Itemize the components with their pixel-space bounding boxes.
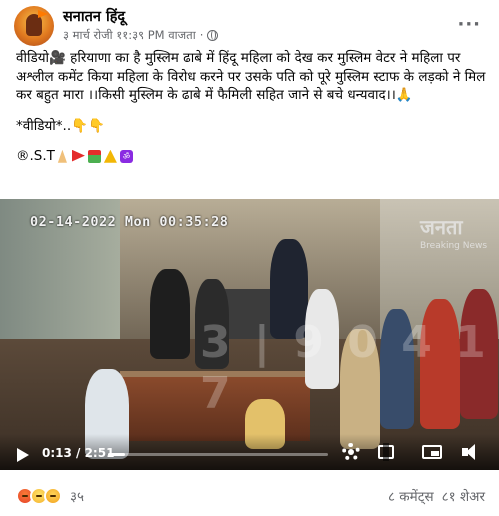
- volume-muted-icon[interactable]: [462, 444, 482, 460]
- video-progress-bar[interactable]: [108, 453, 328, 456]
- header-text: सनातन हिंदू ३ मार्च रोजी ११:३९ PM वाजता …: [63, 8, 219, 44]
- post-meta: ३ मार्च रोजी ११:३९ PM वाजता ·: [63, 27, 219, 44]
- settings-gear-icon[interactable]: [342, 443, 360, 461]
- page-avatar[interactable]: [14, 6, 54, 46]
- reaction-count[interactable]: ३५: [70, 487, 84, 505]
- avatar-flag: [38, 10, 48, 18]
- flag-on-post-icon: [87, 149, 101, 163]
- picture-in-picture-icon[interactable]: [422, 445, 442, 459]
- play-icon[interactable]: [17, 448, 29, 462]
- folded-hands-icon: [57, 149, 67, 163]
- video-progress-fill: [108, 453, 125, 456]
- facebook-post: सनातन हिंदू ३ मार्च रोजी ११:३९ PM वाजता …: [0, 0, 499, 516]
- globe-icon: [207, 30, 219, 41]
- signature-text: ®.S.T: [16, 148, 55, 164]
- cctv-timestamp: 02-14-2022 Mon 00:35:28: [30, 214, 229, 230]
- reactions-summary[interactable]: ३५: [16, 487, 84, 505]
- more-options-button[interactable]: ···: [457, 14, 481, 35]
- post-footer: ३५ ८ कमेंट्स ८१ शेअर: [16, 484, 485, 508]
- om-icon: ॐ: [119, 149, 133, 163]
- signature-row: ®.S.T ॐ: [16, 147, 490, 166]
- video-time: 0:13 / 2:51: [42, 446, 115, 460]
- faint-overlay-text: 3 | 9 0 4 1 7: [200, 317, 490, 419]
- post-stats: ८ कमेंट्स ८१ शेअर: [388, 487, 485, 505]
- shares-count[interactable]: ८१ शेअर: [442, 487, 485, 505]
- fullscreen-icon[interactable]: [378, 443, 394, 461]
- post-timestamp[interactable]: ३ मार्च रोजी ११:३९ PM वाजता: [63, 27, 196, 44]
- channel-watermark-sub: Breaking News: [420, 241, 488, 251]
- meta-separator: ·: [199, 28, 204, 42]
- comments-count[interactable]: ८ कमेंट्स: [388, 487, 434, 505]
- page-name[interactable]: सनातन हिंदू: [63, 8, 218, 27]
- post-text-main: वीडियो🎥 हरियाणा का है मुस्लिम ढाबे में ह…: [16, 50, 486, 103]
- person-icon: [103, 149, 117, 163]
- post-body: वीडियो🎥 हरियाणा का है मुस्लिम ढाबे में ह…: [16, 49, 490, 166]
- post-text-video: *वीडियो*..👇👇: [16, 117, 105, 134]
- post-header: सनातन हिंदू ३ मार्च रोजी ११:३९ PM वाजता …: [14, 6, 489, 46]
- sad-reaction-icon: [44, 487, 62, 505]
- channel-watermark: जनता: [420, 215, 463, 239]
- flag-icon: [71, 149, 85, 162]
- video-person: [150, 269, 190, 359]
- video-player[interactable]: 02-14-2022 Mon 00:35:28 जनता Breaking Ne…: [0, 199, 499, 470]
- video-controls: 0:13 / 2:51: [0, 434, 499, 470]
